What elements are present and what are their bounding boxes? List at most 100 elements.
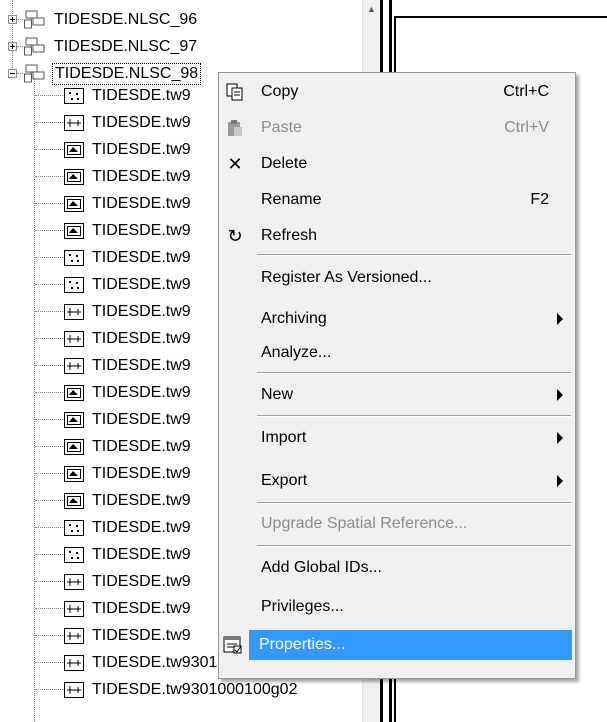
tree-item-feature-class[interactable]: TIDESDE.tw9 [0,325,193,352]
menu-label-add-global-ids: Add Global IDs... [261,559,382,576]
tree-item-feature-class[interactable]: TIDESDE.tw9 [0,190,193,217]
tree-item-feature-class[interactable]: TIDESDE.tw9 [0,298,193,325]
menu-item-delete[interactable]: ✕ Delete [221,149,571,179]
tree-item-label: TIDESDE.tw9 [92,599,191,617]
tree-connector-line [35,230,63,231]
copy-icon [225,82,245,102]
feature-dataset-icon [24,64,46,84]
menu-item-add-global-ids[interactable]: Add Global IDs... [221,553,571,583]
tree-item-feature-class[interactable]: TIDESDE.tw9 [0,541,193,568]
menu-item-paste[interactable]: Paste Ctrl+V [221,113,571,143]
tree-item-label: TIDESDE.tw9 [92,383,191,401]
menu-item-refresh[interactable]: ↻ Refresh [221,221,571,251]
delete-x-icon: ✕ [227,153,243,174]
tree-item-feature-class[interactable]: TIDESDE.tw9 [0,109,193,136]
shortcut-paste: Ctrl+V [504,119,549,136]
feature-dataset-icon [24,37,46,57]
menu-label-export: Export [261,472,308,489]
shortcut-copy: Ctrl+C [503,83,549,100]
tree-item-feature-class[interactable]: TIDESDE.tw9 [0,379,193,406]
submenu-arrow-icon [557,389,563,401]
menu-separator [257,372,571,374]
menu-item-copy[interactable]: Copy Ctrl+C [221,77,571,107]
tree-connector-line [35,149,63,150]
context-menu: Copy Ctrl+C Paste Ctrl+V ✕ Delete Rename… [218,72,576,679]
tree-item-feature-class[interactable]: TIDESDE.tw9 [0,163,193,190]
menu-label-delete: Delete [261,155,308,172]
tree-connector-line [35,365,63,366]
tree-connector-line [35,311,63,312]
tree-item-dataset[interactable]: TIDESDE.NLSC_97 [0,33,199,60]
tree-item-label: TIDESDE.tw9 [92,491,191,509]
tree-item-label: TIDESDE.tw9 [92,437,191,455]
polygon-featureclass-icon [64,141,84,158]
menu-item-import[interactable]: Import [221,423,571,453]
tree-item-feature-class[interactable]: TIDESDE.tw9 [0,244,193,271]
point-featureclass-icon [64,276,84,293]
point-featureclass-icon [64,87,84,104]
tree-item-label: TIDESDE.NLSC_96 [54,10,198,28]
menu-item-archiving[interactable]: Archiving [221,304,571,334]
polygon-featureclass-icon [64,168,84,185]
tree-connector-line [35,257,63,258]
tree-connector-line [35,122,63,123]
menu-label-new: New [261,386,294,403]
tree-item-label: TIDESDE.tw9 [92,194,191,212]
menu-item-properties[interactable]: Properties... [249,630,572,660]
tree-item-feature-class[interactable]: TIDESDE.tw9301000100g02 [0,676,299,703]
tree-item-feature-class[interactable]: TIDESDE.tw9 [0,136,193,163]
polygon-featureclass-icon [64,465,84,482]
tree-item-label: TIDESDE.NLSC_97 [54,37,198,55]
tree-item-feature-class[interactable]: TIDESDE.tw9 [0,82,193,109]
point-featureclass-icon [64,249,84,266]
tree-item-feature-class[interactable]: TIDESDE.tw9 [0,487,193,514]
menu-label-copy: Copy [261,83,299,100]
tree-connector-line [35,527,63,528]
menu-item-analyze[interactable]: Analyze... [221,338,571,368]
menu-separator [257,254,571,256]
line-featureclass-icon [64,627,84,644]
polygon-featureclass-icon [64,195,84,212]
scroll-up-arrow-icon[interactable]: ▲ [363,0,380,18]
tree-item-feature-class[interactable]: TIDESDE.tw9 [0,460,193,487]
tree-item-label: TIDESDE.tw9 [92,86,191,104]
menu-item-rename[interactable]: Rename F2 [221,185,571,215]
tree-item-label: TIDESDE.tw9 [92,518,191,536]
menu-item-upgrade-spatial-reference[interactable]: Upgrade Spatial Reference... [221,509,571,539]
line-featureclass-icon [64,303,84,320]
expand-plus-icon[interactable] [8,42,17,51]
tree-item-feature-class[interactable]: TIDESDE.tw9 [0,433,193,460]
tree-connector-line [35,662,63,663]
tree-item-feature-class[interactable]: TIDESDE.tw9 [0,217,193,244]
menu-item-privileges[interactable]: Privileges... [221,592,571,622]
tree-item-feature-class[interactable]: TIDESDE.tw9 [0,406,193,433]
tree-item-feature-class[interactable]: TIDESDE.tw9 [0,352,193,379]
tree-item-label: TIDESDE.tw9 [92,356,191,374]
expand-plus-icon[interactable] [8,15,17,24]
tree-item-label: TIDESDE.tw9 [92,248,191,266]
tree-connector-line [17,19,23,20]
tree-item-dataset[interactable]: TIDESDE.NLSC_96 [0,6,199,33]
tree-item-label: TIDESDE.tw9 [92,572,191,590]
tree-item-feature-class[interactable]: TIDESDE.tw9 [0,514,193,541]
menu-item-new[interactable]: New [221,380,571,410]
menu-item-register-as-versioned[interactable]: Register As Versioned... [221,263,571,293]
tree-item-feature-class[interactable]: TIDESDE.tw9 [0,271,193,298]
properties-icon [223,635,243,655]
menu-label-rename: Rename [261,191,322,208]
menu-item-export[interactable]: Export [221,466,571,496]
tree-item-feature-class[interactable]: TIDESDE.tw9 [0,622,193,649]
tree-connector-line [35,608,63,609]
tree-item-label: TIDESDE.tw9 [92,113,191,131]
submenu-arrow-icon [557,313,563,325]
tree-connector-line [35,500,63,501]
tree-item-label: TIDESDE.tw9 [92,302,191,320]
tree-connector-line [35,284,63,285]
collapse-minus-icon[interactable] [8,69,17,78]
tree-item-feature-class[interactable]: TIDESDE.tw9 [0,595,193,622]
tree-item-label: TIDESDE.tw9 [92,410,191,428]
tree-item-label: TIDESDE.tw9 [92,275,191,293]
tree-item-label: TIDESDE.tw9 [92,626,191,644]
tree-item-feature-class[interactable]: TIDESDE.tw9 [0,568,193,595]
menu-separator [257,545,571,547]
